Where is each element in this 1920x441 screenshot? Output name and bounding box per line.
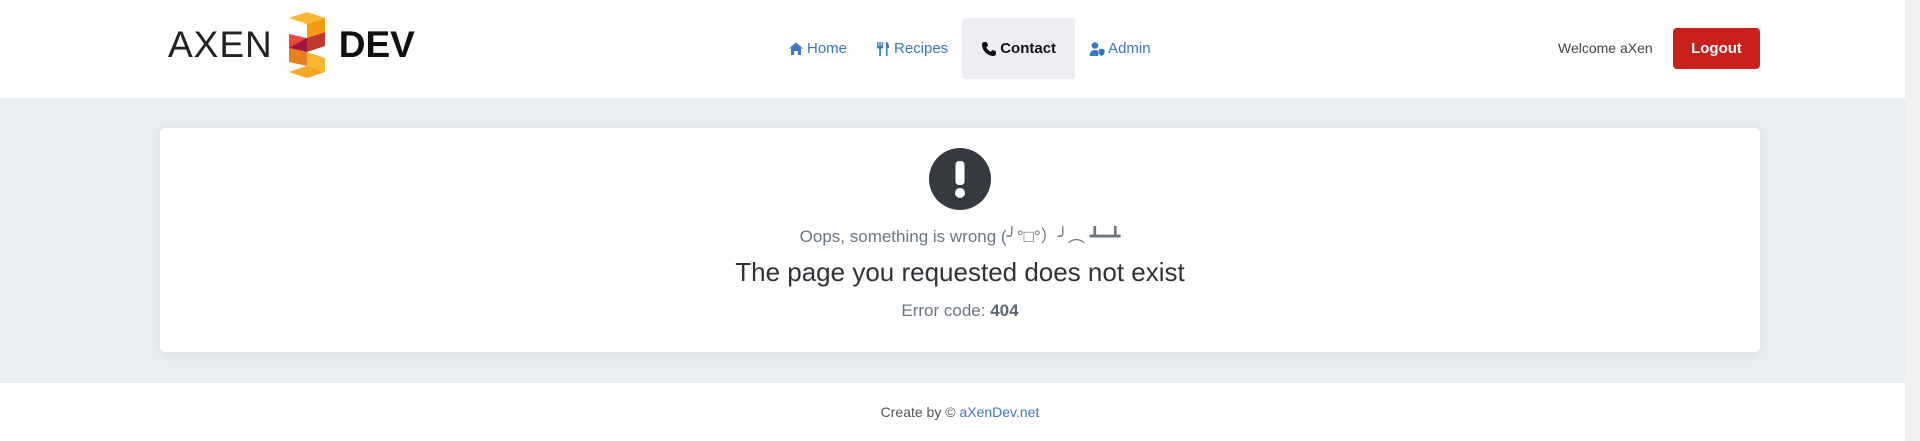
footer-link[interactable]: aXenDev.net <box>959 404 1039 420</box>
logo-text-axen: AXEN <box>168 24 273 65</box>
utensils-icon <box>875 41 891 57</box>
error-code-value: 404 <box>990 301 1019 320</box>
error-card: Oops, something is wrong (╯°□°）╯︵ ┻━┻ Th… <box>160 128 1760 352</box>
main-nav: Home Recipes Contact Admin <box>774 18 1165 79</box>
logo-mark-icon <box>288 12 325 78</box>
home-icon <box>788 41 804 57</box>
exclamation-circle-icon <box>929 148 991 210</box>
site-logo[interactable]: AXEN DEV <box>168 12 415 78</box>
welcome-text: Welcome aXen <box>1558 40 1653 56</box>
nav-item-home[interactable]: Home <box>774 18 861 79</box>
user-shield-icon <box>1089 41 1105 57</box>
nav-item-contact[interactable]: Contact <box>962 18 1076 79</box>
logout-button[interactable]: Logout <box>1673 28 1760 69</box>
error-title: The page you requested does not exist <box>735 257 1185 287</box>
page-footer: Create by © aXenDev.net <box>0 383 1920 441</box>
error-code-line: Error code: 404 <box>160 301 1760 321</box>
nav-item-label: Home <box>807 40 848 57</box>
nav-item-label: Admin <box>1108 40 1151 57</box>
footer-credit: Create by © <box>880 404 956 420</box>
nav-item-admin[interactable]: Admin <box>1075 18 1165 79</box>
nav-item-label: Contact <box>1000 40 1057 57</box>
page-scrollbar[interactable] <box>1905 0 1920 441</box>
logo-text-dev: DEV <box>338 24 415 65</box>
top-header: AXEN DEV Home Recipes Contact Admin Welc… <box>0 0 1920 98</box>
error-subtitle: Oops, something is wrong (╯°□°）╯︵ ┻━┻ <box>799 227 1121 246</box>
error-code-label: Error code: <box>901 301 986 320</box>
nav-item-label: Recipes <box>894 40 949 57</box>
nav-item-recipes[interactable]: Recipes <box>861 18 962 79</box>
phone-icon <box>981 41 997 57</box>
